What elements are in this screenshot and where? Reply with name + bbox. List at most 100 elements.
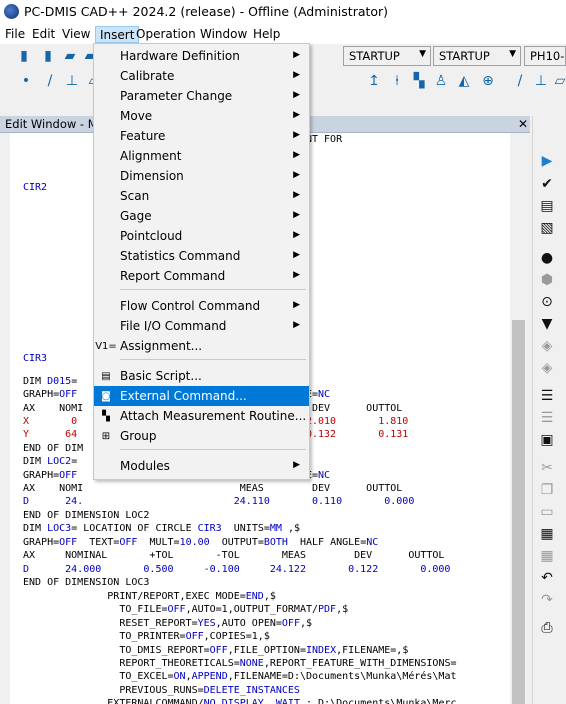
- menu-item-basic-script[interactable]: ▤ Basic Script...: [94, 366, 309, 386]
- chevron-down-icon: ▼: [509, 49, 516, 59]
- redo-icon[interactable]: ↷: [539, 592, 555, 608]
- line-icon[interactable]: /: [512, 73, 528, 89]
- startup-combo-1[interactable]: STARTUP ▼: [343, 46, 431, 66]
- menu-item-modules[interactable]: Modules ▶: [94, 456, 309, 476]
- menu-edit[interactable]: Edit: [28, 26, 59, 43]
- menu-help[interactable]: Help: [249, 26, 284, 43]
- probe-combo[interactable]: PH10-1: [524, 46, 566, 66]
- menu-item-group[interactable]: ⊞ Group: [94, 426, 309, 446]
- scan-icon[interactable]: ▚: [411, 73, 427, 89]
- menu-item-attach-measurement-routine[interactable]: ▚ Attach Measurement Routine...: [94, 406, 309, 426]
- menu-item-file-i-o-command[interactable]: File I/O Command ▶: [94, 316, 309, 336]
- new-file-icon[interactable]: ▮: [16, 48, 32, 64]
- menu-item-scan[interactable]: Scan ▶: [94, 186, 309, 206]
- list-icon[interactable]: ☰: [539, 388, 555, 404]
- code-token: ,REPORT_FEATURE_WITH_DIMENSIONS=: [263, 658, 457, 669]
- undo-icon[interactable]: ↶: [539, 570, 555, 586]
- delete-doc-icon[interactable]: ▧: [539, 220, 555, 236]
- menu-item-flow-control-command[interactable]: Flow Control Command ▶: [94, 296, 309, 316]
- code-token: OFF: [167, 604, 186, 615]
- code-line[interactable]: AX NOMI MEAS DEV OUTTOL: [23, 482, 402, 495]
- code-line[interactable]: CIR2: [23, 181, 47, 194]
- menu-item-calibrate[interactable]: Calibrate ▶: [94, 66, 309, 86]
- menu-item-dimension[interactable]: Dimension ▶: [94, 166, 309, 186]
- startup-combo-2[interactable]: STARTUP ▼: [433, 46, 521, 66]
- code-line[interactable]: D 24.000 0.500 -0.100 24.122 0.122 0.000: [23, 563, 450, 576]
- code-line[interactable]: END OF DIMENSION LOC3: [23, 576, 149, 589]
- menu-item-external-command[interactable]: ◙ External Command...: [94, 386, 309, 406]
- code-token: END OF DIMENSION LOC2: [23, 510, 150, 521]
- menu-item-label: Gage: [120, 209, 152, 223]
- code-line[interactable]: END OF DIMENSION LOC2: [23, 509, 149, 522]
- code-line[interactable]: DIM LOC3= LOCATION OF CIRCLE CIR3 UNITS=…: [23, 522, 300, 535]
- code-line[interactable]: EXTERNALCOMMAND/NO_DISPLAY, WAIT ; D:\Do…: [23, 697, 456, 704]
- code-line[interactable]: AX NOMINAL +TOL -TOL MEAS DEV OUTTOL: [23, 549, 444, 562]
- menu-file[interactable]: File: [1, 26, 29, 43]
- code-line[interactable]: GRAPH=OFF TEXT=OFF MULT=10.00 OUTPUT=BOT…: [23, 536, 378, 549]
- bookmark-icon[interactable]: ▼: [539, 316, 555, 332]
- touch-icon[interactable]: ♙: [433, 73, 449, 89]
- copy-icon[interactable]: ❐: [539, 482, 555, 498]
- paste-icon[interactable]: ▭: [539, 504, 555, 520]
- code-line[interactable]: TO_FILE=OFF,AUTO=1,OUTPUT_FORMAT/PDF,$: [23, 603, 348, 616]
- grid-icon[interactable]: ▦: [539, 548, 555, 564]
- probe-icon[interactable]: ⍿: [389, 73, 405, 89]
- bookmark-clear-icon[interactable]: ◈: [539, 360, 555, 376]
- stop-icon[interactable]: ⬢: [539, 272, 555, 288]
- code-line[interactable]: RESET_REPORT=YES,AUTO OPEN=OFF,$: [23, 617, 312, 630]
- cut-icon[interactable]: ✂: [539, 460, 555, 476]
- menu-window[interactable]: Window: [196, 26, 251, 43]
- menu-item-feature[interactable]: Feature ▶: [94, 126, 309, 146]
- code-line[interactable]: TO_PRINTER=OFF,COPIES=1,$: [23, 630, 270, 643]
- code-line[interactable]: TO_EXCEL=ON,APPEND,FILENAME=D:\Documents…: [23, 670, 456, 683]
- window-icon[interactable]: ▣: [539, 432, 555, 448]
- record-icon[interactable]: ●: [539, 250, 555, 266]
- vector-icon[interactable]: ⊥: [64, 73, 80, 89]
- check-icon[interactable]: ✔: [539, 176, 555, 192]
- code-token: TO_PRINTER=: [23, 631, 186, 642]
- menu-item-move[interactable]: Move ▶: [94, 106, 309, 126]
- code-line[interactable]: D 24. 24.110 0.110 0.000: [23, 495, 414, 508]
- submenu-arrow-icon: ▶: [293, 190, 300, 200]
- menu-item-hardware-definition[interactable]: Hardware Definition ▶: [94, 46, 309, 66]
- code-line[interactable]: REPORT_THEORETICALS=NONE,REPORT_FEATURE_…: [23, 657, 457, 670]
- point-icon[interactable]: •: [18, 73, 34, 89]
- code-token: ,FILENAME=,$: [336, 645, 409, 656]
- close-icon[interactable]: ✕: [518, 117, 528, 131]
- play-icon[interactable]: ▶: [539, 153, 555, 169]
- external-command-icon: ◙: [101, 390, 111, 402]
- next-icon[interactable]: ⊙: [539, 294, 555, 310]
- menu-item-alignment[interactable]: Alignment ▶: [94, 146, 309, 166]
- auto-feature-icon[interactable]: ◭: [456, 73, 472, 89]
- menu-item-assignment[interactable]: V1= Assignment...: [94, 336, 309, 356]
- code-line[interactable]: PRINT/REPORT,EXEC MODE=END,$: [23, 590, 276, 603]
- code-line[interactable]: END OF DIM: [23, 442, 83, 455]
- measure-icon[interactable]: ⊕: [480, 73, 496, 89]
- menu-item-report-command[interactable]: Report Command ▶: [94, 266, 309, 286]
- group-icon: ⊞: [101, 430, 111, 442]
- submenu-arrow-icon: ▶: [293, 270, 300, 280]
- open-folder-icon[interactable]: ▰: [62, 48, 78, 64]
- edit-doc-icon[interactable]: ▤: [539, 198, 555, 214]
- grid-icon[interactable]: ▦: [539, 526, 555, 542]
- scrollbar-thumb[interactable]: [512, 320, 525, 704]
- move-icon[interactable]: ↥: [366, 73, 382, 89]
- menu-item-gage[interactable]: Gage ▶: [94, 206, 309, 226]
- code-line[interactable]: TO_DMIS_REPORT=OFF,FILE_OPTION=INDEX,FIL…: [23, 644, 408, 657]
- code-token: AX NOMI MEAS DEV OUTTOL: [23, 483, 403, 494]
- menu-item-parameter-change[interactable]: Parameter Change ▶: [94, 86, 309, 106]
- vector-icon[interactable]: ⊥: [533, 73, 549, 89]
- plane-icon[interactable]: ▱: [552, 73, 566, 89]
- menu-view[interactable]: View: [58, 26, 94, 43]
- list-icon[interactable]: ☰: [539, 410, 555, 426]
- menu-item-statistics-command[interactable]: Statistics Command ▶: [94, 246, 309, 266]
- menu-operation[interactable]: Operation: [132, 26, 200, 43]
- code-token: OFF: [119, 537, 138, 548]
- code-token: D 24. 24.110 0.110 0.000: [23, 496, 415, 507]
- menu-item-pointcloud[interactable]: Pointcloud ▶: [94, 226, 309, 246]
- line-icon[interactable]: /: [42, 73, 58, 89]
- code-line[interactable]: PREVIOUS_RUNS=DELETE_INSTANCES: [23, 684, 300, 697]
- new-file-icon[interactable]: ▮: [40, 48, 56, 64]
- bookmark-flag-icon[interactable]: ◈: [539, 338, 555, 354]
- print-icon[interactable]: ⎙: [539, 620, 555, 636]
